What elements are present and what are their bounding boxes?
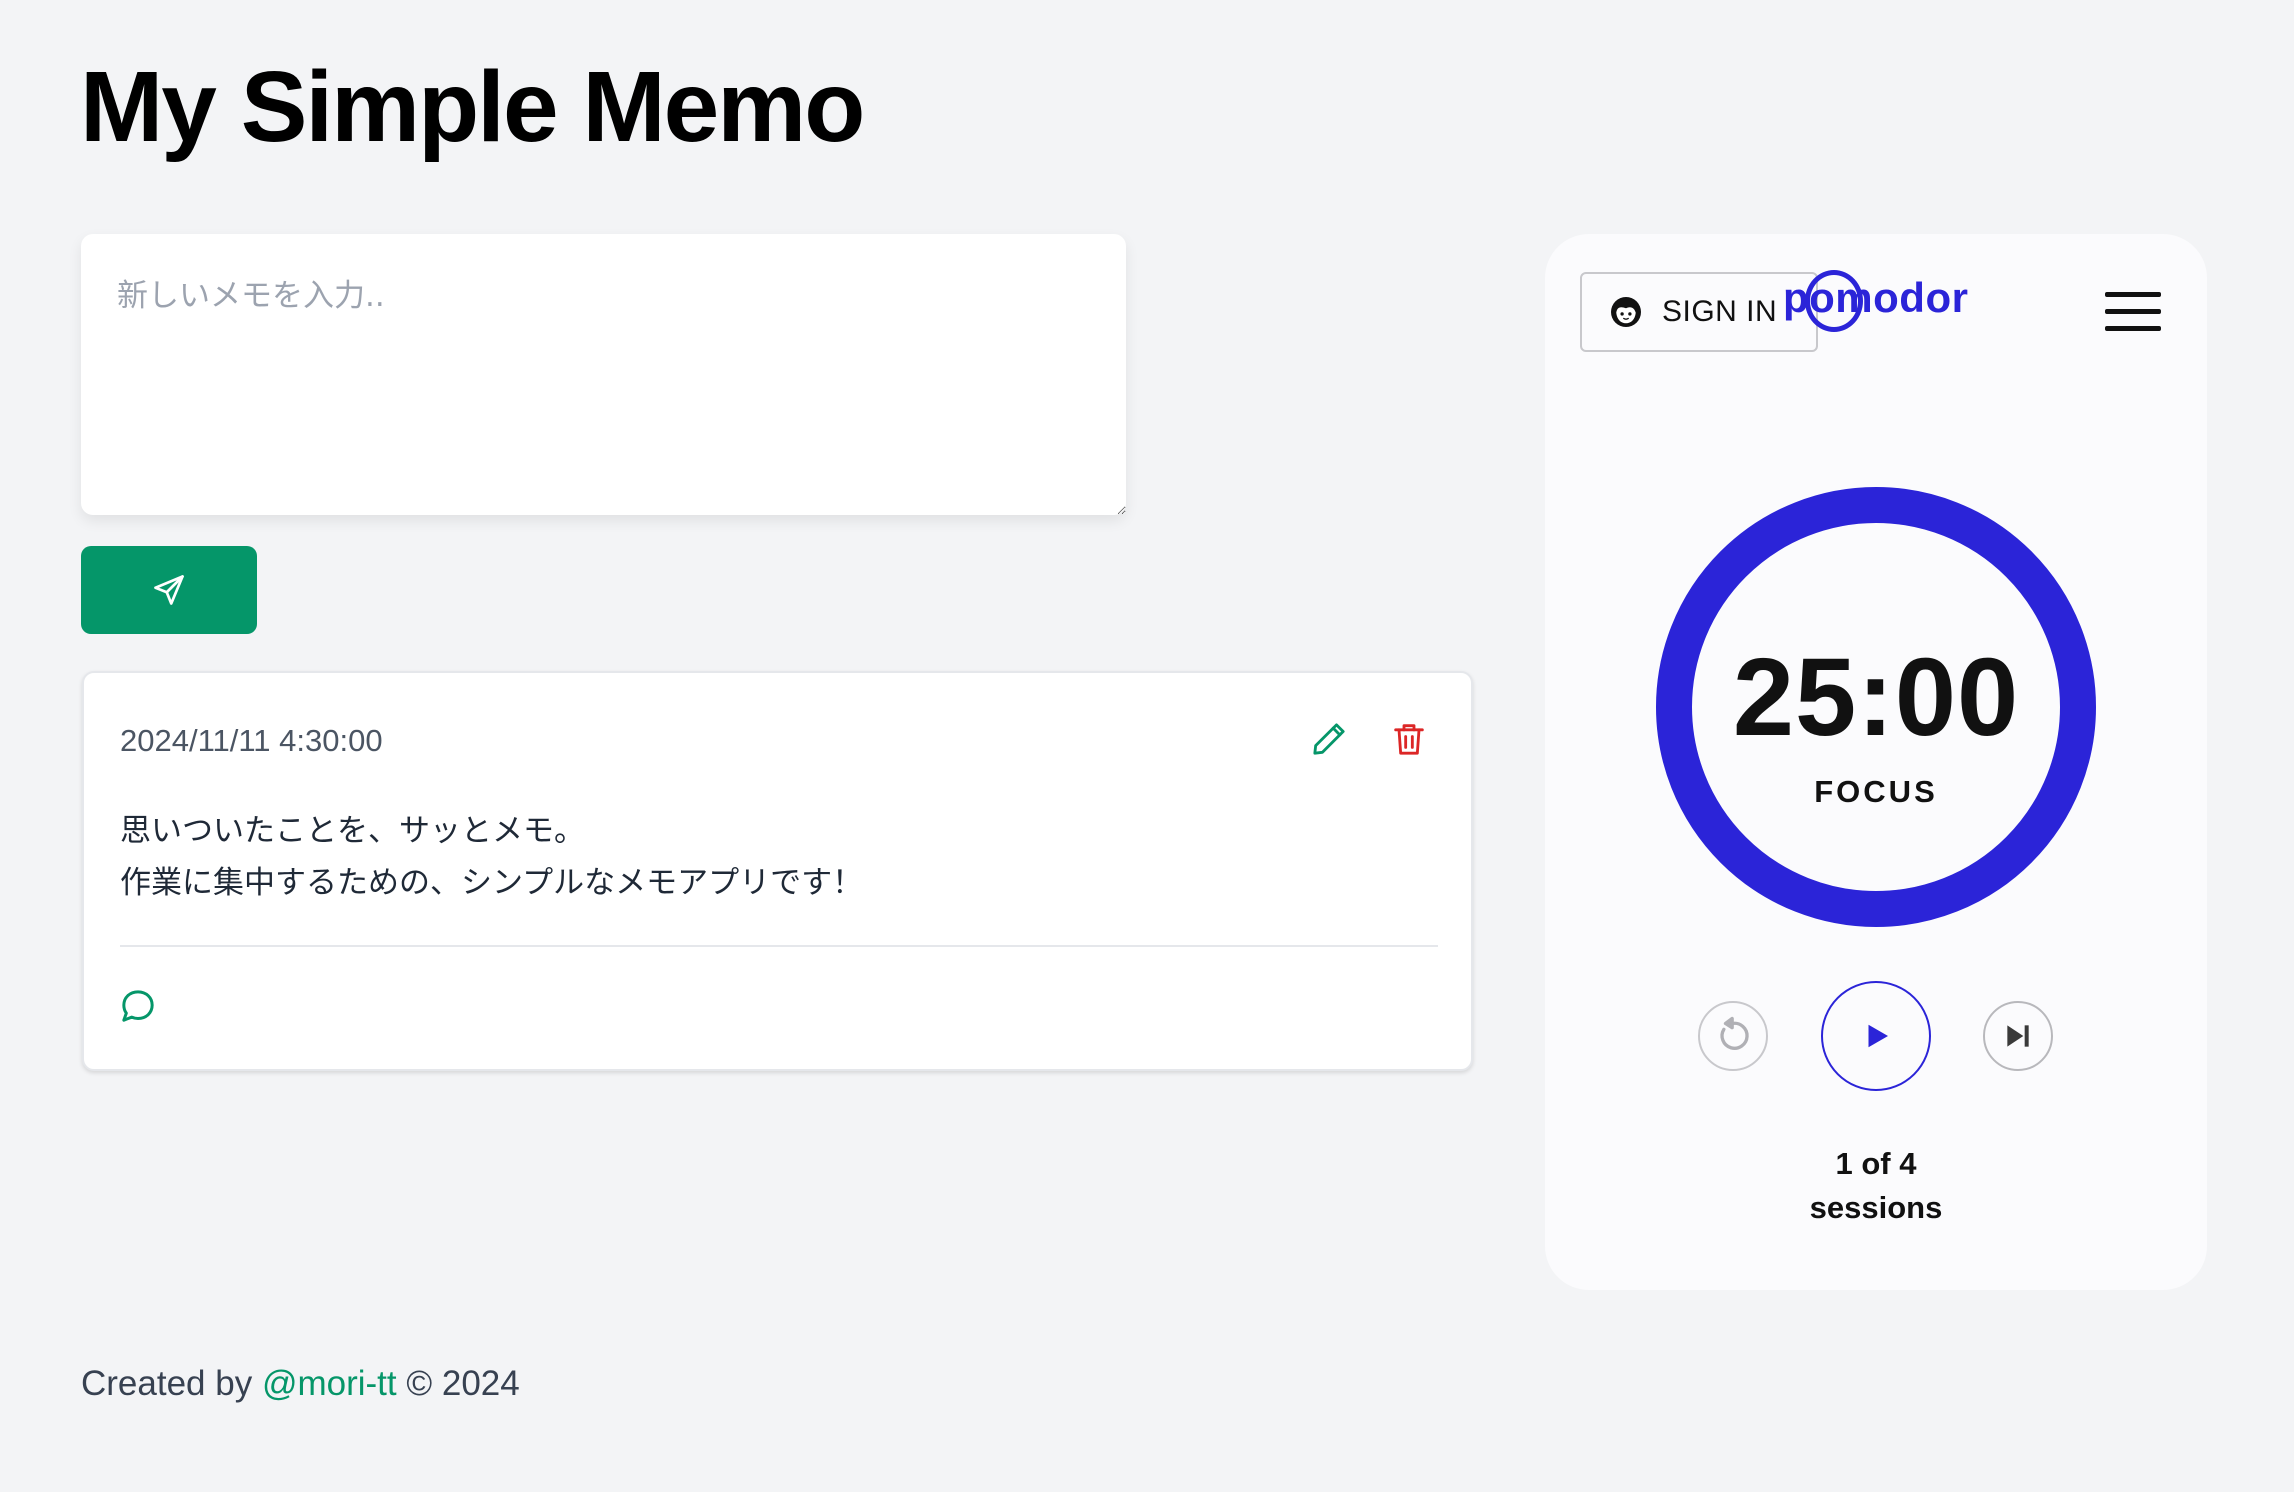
- sign-in-label: SIGN IN: [1662, 295, 1778, 328]
- delete-button[interactable]: [1389, 719, 1429, 759]
- author-link[interactable]: @mori-tt: [262, 1364, 397, 1403]
- footer-suffix: © 2024: [396, 1364, 520, 1403]
- session-counter: 1 of 4 sessions: [1655, 1142, 2097, 1230]
- menu-button[interactable]: [2105, 292, 2161, 332]
- divider: [120, 945, 1438, 947]
- memo-line: 思いついたことを、サッとメモ。: [120, 813, 585, 849]
- play-button[interactable]: [1821, 981, 1931, 1091]
- session-count: 1 of 4: [1835, 1146, 1917, 1181]
- page: My Simple Memo 2024/11/11 4:30:00: [0, 0, 2294, 1492]
- memo-card: 2024/11/11 4:30:00 思いついたことを、サッとメモ。 作業に集中…: [82, 671, 1473, 1071]
- reset-icon: [1720, 1016, 1749, 1050]
- memo-line: 作業に集中するための、シンプルなメモアプリです！: [120, 865, 864, 901]
- skip-button[interactable]: [1983, 1001, 2053, 1071]
- memo-body: 思いついたことを、サッとメモ。 作業に集中するための、シンプルなメモアプリです！: [120, 805, 1420, 909]
- hamburger-icon: [2105, 309, 2161, 314]
- user-face-icon: [1611, 297, 1641, 327]
- timer-display: 25:00: [1732, 636, 2020, 759]
- hamburger-icon: [2105, 326, 2161, 331]
- hamburger-icon: [2105, 292, 2161, 297]
- pomodor-logo[interactable]: pomodor: [1783, 274, 1968, 322]
- comment-icon: [122, 990, 154, 1022]
- pomodoro-widget: SIGN IN pomodor 25:00 FOCUS 1 of 4 sessi…: [1545, 234, 2207, 1290]
- footer: Created by @mori-tt © 2024: [81, 1364, 520, 1404]
- reset-button[interactable]: [1698, 1001, 1768, 1071]
- timer-mode: FOCUS: [1814, 774, 1938, 809]
- footer-prefix: Created by: [81, 1364, 262, 1403]
- comment-button[interactable]: [118, 986, 158, 1026]
- pencil-icon: [1313, 723, 1345, 755]
- trash-icon: [1394, 724, 1424, 755]
- edit-button[interactable]: [1309, 719, 1349, 759]
- memo-timestamp: 2024/11/11 4:30:00: [120, 723, 383, 758]
- session-label: sessions: [1809, 1190, 1943, 1225]
- memo-input[interactable]: [81, 234, 1126, 515]
- page-title: My Simple Memo: [80, 51, 865, 163]
- skip-icon: [2007, 1025, 2029, 1047]
- send-icon: [154, 575, 184, 605]
- send-button[interactable]: [81, 546, 257, 634]
- play-icon: [1868, 1024, 1888, 1048]
